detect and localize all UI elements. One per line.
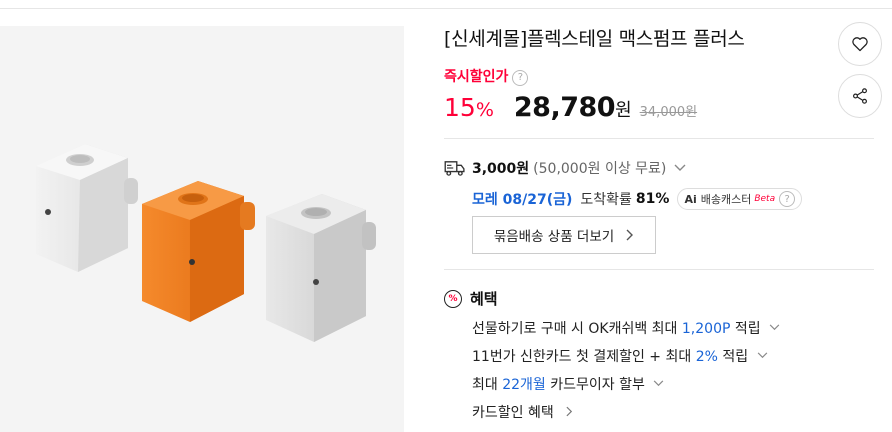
benefits-title: 혜택 bbox=[470, 290, 498, 308]
benefit-installment[interactable]: 최대 22개월 카드무이자 할부 bbox=[472, 374, 664, 394]
truck-icon bbox=[444, 161, 465, 176]
chevron-down-icon bbox=[654, 380, 664, 387]
discount-rate: 15 bbox=[444, 93, 476, 122]
percent-icon: % bbox=[444, 289, 462, 308]
pump-white-left bbox=[36, 144, 138, 272]
share-button[interactable] bbox=[838, 74, 882, 118]
shipping-row[interactable]: 3,000원 (50,000원 이상 무료) bbox=[444, 158, 686, 178]
wishlist-button[interactable] bbox=[838, 22, 882, 66]
benefit-text: 카드할인 혜택 bbox=[472, 405, 554, 421]
share-icon bbox=[853, 88, 867, 104]
ai-badge-ai: Ai bbox=[684, 192, 697, 206]
discount-label-text: 즉시할인가 bbox=[444, 69, 509, 85]
benefit-shinhan-card[interactable]: 11번가 신한카드 첫 결제할인 + 최대 2% 적립 bbox=[472, 346, 768, 366]
product-photo bbox=[36, 144, 376, 342]
help-icon[interactable]: ? bbox=[512, 69, 529, 86]
benefit-text: 적립 bbox=[717, 349, 749, 365]
pump-orange bbox=[142, 181, 255, 322]
chevron-down-icon bbox=[769, 324, 780, 331]
bundle-shipping-button[interactable]: 묶음배송 상품 더보기 bbox=[472, 216, 656, 254]
pump-white-right bbox=[266, 194, 376, 342]
benefit-text: 최대 bbox=[472, 377, 503, 393]
top-divider bbox=[0, 8, 892, 9]
shipping-condition: (50,000원 이상 무료) bbox=[533, 161, 667, 177]
bundle-shipping-label: 묶음배송 상품 더보기 bbox=[493, 229, 615, 245]
chevron-right-icon bbox=[626, 229, 634, 241]
divider bbox=[444, 269, 874, 270]
arrival-prob-value: 81% bbox=[635, 191, 670, 207]
chevron-down-icon bbox=[757, 352, 767, 359]
arrival-row: 모레 08/27(금) 도착확률 81% Ai 배송캐스터 Beta ? bbox=[472, 188, 803, 210]
product-image[interactable] bbox=[0, 26, 404, 432]
benefit-okcashbag[interactable]: 선물하기로 구매 시 OK캐쉬백 최대 1,200P 적립 bbox=[472, 318, 780, 338]
benefit-highlight: 1,200P bbox=[681, 321, 731, 337]
benefits-header: % 혜택 bbox=[444, 288, 498, 309]
benefit-text: 11번가 신한카드 첫 결제할인 + 최대 bbox=[472, 349, 696, 365]
divider bbox=[444, 138, 874, 139]
discount-rate-unit: % bbox=[475, 99, 494, 121]
original-price: 34,000원 bbox=[639, 105, 698, 120]
help-icon[interactable]: ? bbox=[779, 191, 796, 207]
benefit-card-discount[interactable]: 카드할인 혜택 bbox=[472, 402, 573, 422]
ai-badge-beta: Beta bbox=[754, 194, 776, 204]
instant-discount-label: 즉시할인가? bbox=[444, 66, 529, 86]
product-title: [신세계몰]플렉스테일 맥스펌프 플러스 bbox=[444, 28, 745, 50]
benefit-highlight: 22개월 bbox=[502, 377, 546, 393]
chevron-down-icon bbox=[674, 164, 686, 171]
sale-price-unit: 원 bbox=[615, 100, 632, 121]
heart-icon bbox=[852, 37, 868, 52]
sale-price: 28,780 bbox=[513, 92, 616, 123]
shipping-fee: 3,000원 bbox=[472, 161, 530, 177]
benefit-text: 적립 bbox=[730, 321, 761, 337]
price-row: 15 % 28,780 원 34,000원 bbox=[444, 92, 697, 123]
ai-badge-label: 배송캐스터 bbox=[700, 193, 752, 206]
arrival-date: 모레 08/27(금) bbox=[472, 192, 573, 208]
benefit-highlight: 2% bbox=[695, 349, 718, 365]
arrival-prob-label: 도착확률 bbox=[580, 192, 632, 208]
chevron-right-icon bbox=[566, 406, 573, 417]
benefit-text: 선물하기로 구매 시 OK캐쉬백 최대 bbox=[472, 321, 682, 337]
ai-delivery-caster-badge[interactable]: Ai 배송캐스터 Beta ? bbox=[677, 188, 803, 210]
benefit-text: 카드무이자 할부 bbox=[545, 377, 645, 393]
